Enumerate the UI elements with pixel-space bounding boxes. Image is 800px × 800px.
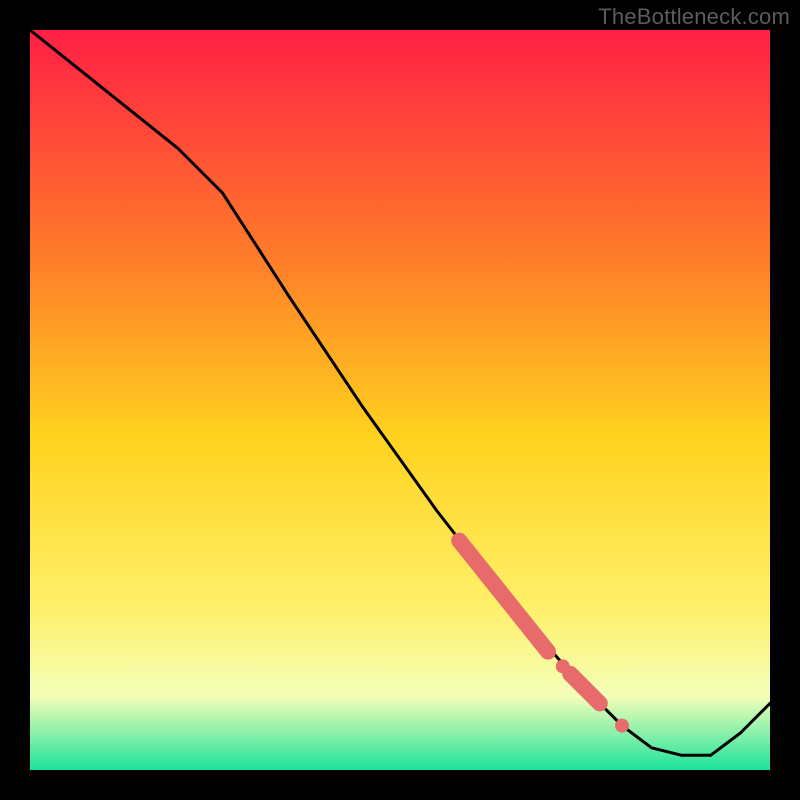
highlight-dot-2 [615, 719, 629, 733]
gradient-background [30, 30, 770, 770]
chart-svg [30, 30, 770, 770]
watermark-text: TheBottleneck.com [598, 4, 790, 30]
outer-frame: TheBottleneck.com [0, 0, 800, 800]
plot-area [30, 30, 770, 770]
